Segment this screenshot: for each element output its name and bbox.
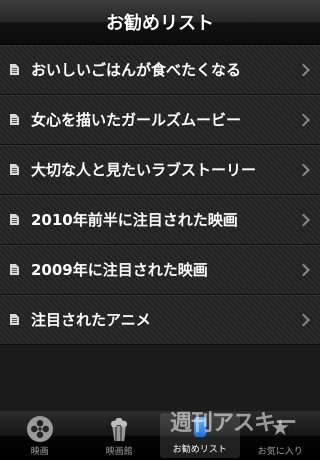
tab-label: お気に入り bbox=[257, 447, 303, 457]
popcorn-icon bbox=[106, 416, 132, 442]
tab-favorites[interactable]: ★ お気に入り bbox=[241, 411, 320, 460]
document-icon bbox=[10, 64, 19, 75]
chevron-right-icon bbox=[297, 163, 310, 176]
list-item-label: 注目されたアニメ bbox=[31, 311, 151, 329]
list-item-label: 2010年前半に注目された映画 bbox=[31, 211, 238, 229]
chevron-right-icon bbox=[297, 63, 310, 76]
page-title: お勧めリスト bbox=[106, 13, 214, 34]
list-item[interactable]: 大切な人と見たいラブストーリー bbox=[0, 145, 320, 195]
document-icon bbox=[10, 314, 19, 325]
document-icon bbox=[10, 114, 19, 125]
chevron-right-icon bbox=[297, 263, 310, 276]
list-item-label: 2009年に注目された映画 bbox=[31, 261, 208, 279]
tab-label: 映画館 bbox=[105, 447, 133, 457]
tab-label: 映画 bbox=[30, 447, 49, 457]
list-item-label: 大切な人と見たいラブストーリー bbox=[31, 161, 257, 179]
tab-recommended[interactable]: お勧めリスト bbox=[160, 413, 240, 458]
list-item[interactable]: おいしいごはんが食べたくなる bbox=[0, 45, 320, 95]
recommendation-list: おいしいごはんが食べたくなる 女心を描いたガールズムービー 大切な人と見たいラブ… bbox=[0, 45, 320, 345]
document-icon bbox=[10, 264, 19, 275]
list-item[interactable]: 2010年前半に注目された映画 bbox=[0, 195, 320, 245]
document-icon bbox=[10, 214, 19, 225]
star-icon: ★ bbox=[270, 416, 291, 441]
recommend-icon bbox=[187, 414, 213, 440]
list-item[interactable]: 注目されたアニメ bbox=[0, 295, 320, 345]
tab-theaters[interactable]: 映画館 bbox=[80, 411, 160, 460]
tab-bar: 映画 映画館 お勧めリスト ★ お気に入り bbox=[0, 411, 320, 460]
film-reel-icon bbox=[26, 416, 53, 442]
navigation-bar: お勧めリスト bbox=[0, 0, 320, 45]
tab-movies[interactable]: 映画 bbox=[0, 411, 80, 460]
chevron-right-icon bbox=[297, 213, 310, 226]
tab-label: お勧めリスト bbox=[172, 445, 227, 455]
chevron-right-icon bbox=[297, 313, 310, 326]
list-item-label: 女心を描いたガールズムービー bbox=[31, 111, 242, 129]
list-item-label: おいしいごはんが食べたくなる bbox=[31, 61, 242, 79]
document-icon bbox=[10, 164, 19, 175]
list-item[interactable]: 2009年に注目された映画 bbox=[0, 245, 320, 295]
list-item[interactable]: 女心を描いたガールズムービー bbox=[0, 95, 320, 145]
chevron-right-icon bbox=[297, 113, 310, 126]
